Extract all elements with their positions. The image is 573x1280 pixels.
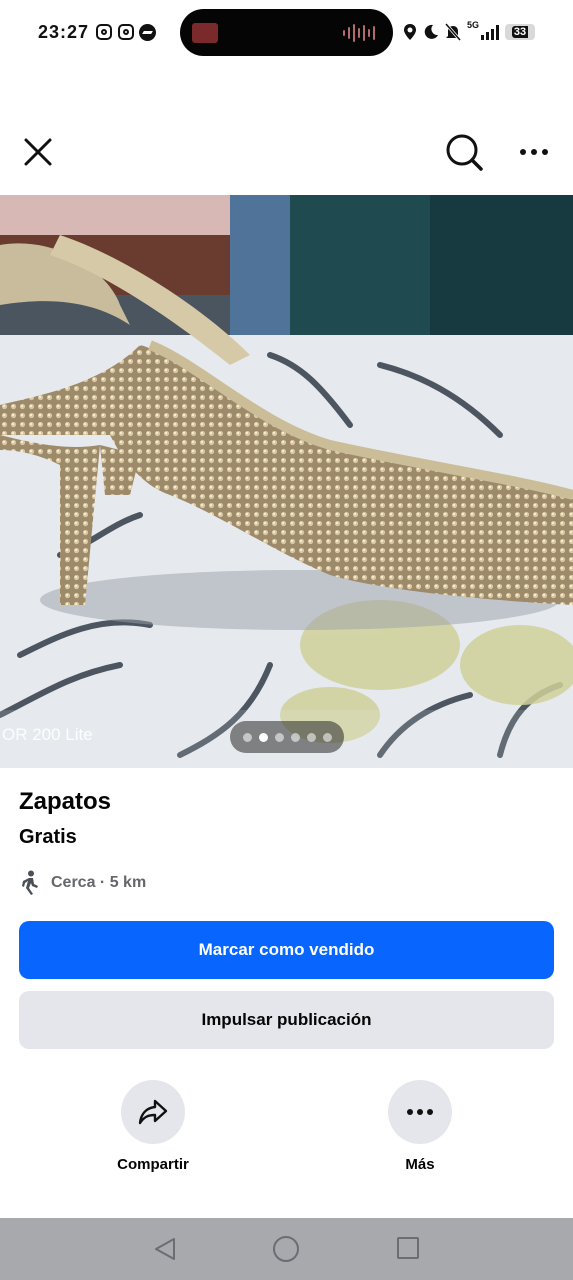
photo-pagination[interactable] xyxy=(230,721,344,753)
more-icon xyxy=(520,149,526,155)
search-icon xyxy=(446,134,483,171)
search-button[interactable] xyxy=(442,130,486,174)
listing-price: Gratis xyxy=(19,826,77,848)
bell-muted-icon xyxy=(444,23,461,41)
more-label: Más xyxy=(405,1156,435,1173)
camera-watermark: OR 200 Lite xyxy=(2,725,93,744)
more-button[interactable] xyxy=(388,1080,452,1144)
pagination-dot xyxy=(322,732,332,742)
more-options-button[interactable] xyxy=(510,132,558,172)
moon-icon xyxy=(424,24,438,39)
boost-listing-button[interactable]: Impulsar publicación xyxy=(19,991,554,1049)
back-icon[interactable] xyxy=(152,1236,178,1262)
pagination-dot-active xyxy=(258,732,268,742)
media-thumbnail-icon xyxy=(192,23,218,43)
messenger-icon xyxy=(139,24,156,41)
status-bar: 23:27 5G 33 xyxy=(0,0,573,64)
listing-distance: Cerca · 5 km xyxy=(19,870,146,896)
listing-title: Zapatos xyxy=(19,788,112,815)
home-icon[interactable] xyxy=(273,1236,299,1262)
close-icon xyxy=(24,138,52,166)
more-action[interactable]: Más xyxy=(360,1080,480,1173)
pagination-dot xyxy=(306,732,316,742)
shoe-photo-image xyxy=(0,195,573,768)
distance-label: Cerca · 5 km xyxy=(51,874,147,891)
audio-wave-icon xyxy=(343,23,377,43)
recent-apps-icon[interactable] xyxy=(397,1237,419,1259)
status-indicators: 5G 33 xyxy=(403,20,535,44)
pagination-dot xyxy=(290,732,300,742)
share-icon xyxy=(138,1099,168,1125)
location-icon xyxy=(403,24,416,40)
status-time: 23:27 xyxy=(38,22,90,42)
battery-level: 33 xyxy=(511,26,529,38)
dynamic-island xyxy=(180,9,393,56)
walking-person-icon xyxy=(22,870,38,895)
close-button[interactable] xyxy=(18,132,58,172)
signal-icon xyxy=(481,24,499,40)
system-navigation-bar xyxy=(0,1218,573,1280)
share-action[interactable]: Compartir xyxy=(93,1080,213,1173)
more-icon xyxy=(407,1109,433,1115)
product-photo[interactable]: OR 200 Lite xyxy=(0,195,573,768)
pagination-dot xyxy=(242,732,252,742)
instagram-icon xyxy=(96,24,112,40)
network-type: 5G xyxy=(466,20,479,30)
instagram-icon xyxy=(118,24,134,40)
pagination-dot xyxy=(274,732,284,742)
share-button[interactable] xyxy=(121,1080,185,1144)
top-navigation xyxy=(0,120,573,186)
mark-as-sold-button[interactable]: Marcar como vendido xyxy=(19,921,554,979)
battery-icon: 33 xyxy=(505,24,535,40)
share-label: Compartir xyxy=(117,1156,189,1173)
